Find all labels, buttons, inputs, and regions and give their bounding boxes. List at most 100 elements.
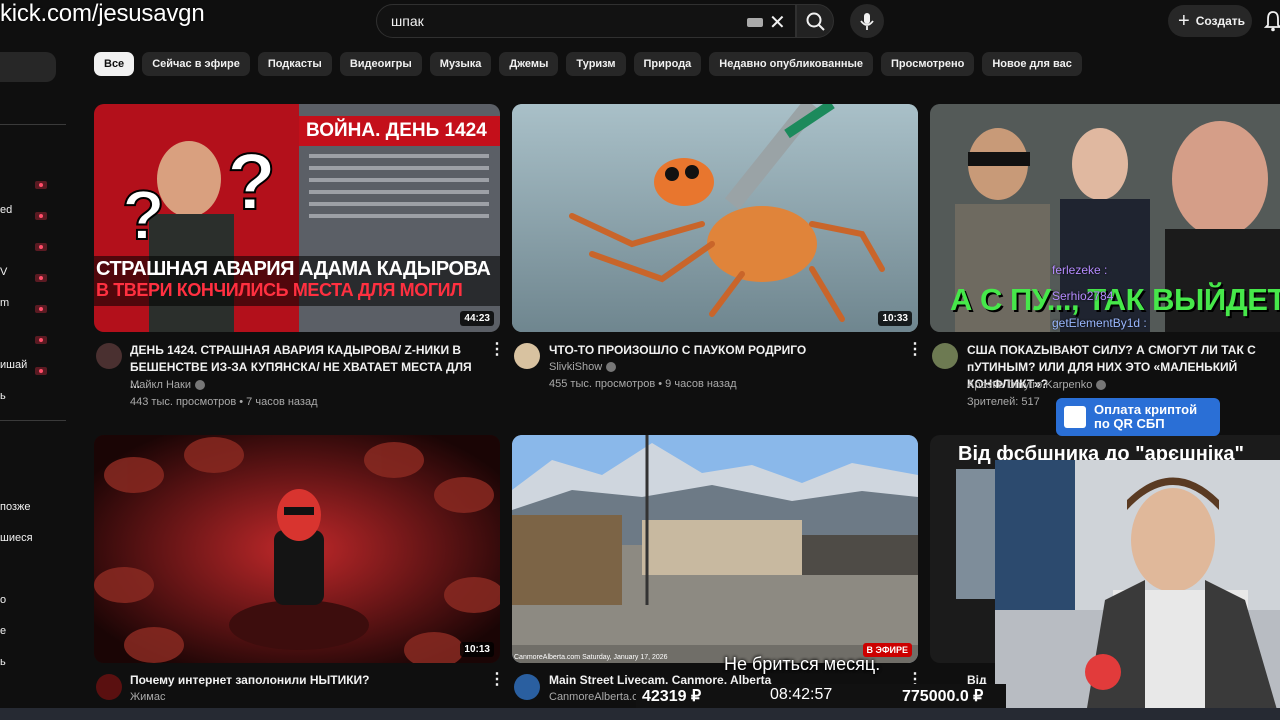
search-button[interactable] [796, 4, 834, 38]
search-icon [806, 12, 825, 31]
sidebar-item-label[interactable]: шиеся [0, 532, 33, 544]
filter-chips-bar: Все Сейчас в эфире Подкасты Видеоигры Му… [94, 52, 1082, 76]
live-indicator-icon [35, 331, 47, 344]
plus-icon: + [1178, 10, 1190, 32]
webcam-feed [995, 460, 1280, 720]
camera-timestamp: CanmoreAlberta.com Saturday, January 17,… [514, 654, 668, 661]
chip-all[interactable]: Все [94, 52, 135, 76]
channel-avatar[interactable] [932, 343, 958, 369]
more-options-icon[interactable]: ⋮ [907, 342, 923, 358]
more-options-icon[interactable]: ⋮ [907, 672, 923, 688]
notifications-bell-icon[interactable] [1264, 10, 1280, 32]
donation-amount-left: 42319 ₽ [642, 688, 702, 705]
channel-name-text: Apostle Dmytro Karpenko [967, 379, 1093, 391]
sidebar-item-label[interactable]: е [0, 625, 6, 637]
sidebar-item-label[interactable]: m [0, 297, 9, 309]
create-label: Создать [1195, 14, 1246, 28]
channel-name[interactable]: Apostle Dmytro Karpenko [967, 379, 1107, 391]
video-thumbnail[interactable]: 10:33 [512, 104, 918, 332]
donation-amount-right: 775000.0 ₽ [902, 688, 984, 705]
video-title[interactable]: ЧТО-ТО ПРОИЗОШЛО С ПАУКОМ РОДРИГО [549, 342, 899, 359]
chip-new-to-you[interactable]: Новое для вас [982, 52, 1082, 76]
thumbnail-headline: СТРАШНАЯ АВАРИЯ АДАМА КАДЫРОВА [96, 258, 491, 280]
chip-nature[interactable]: Природа [633, 52, 702, 76]
channel-name-text: SlivkiShow [549, 361, 603, 373]
sidebar-item-label[interactable]: позже [0, 501, 30, 513]
sidebar-divider [0, 420, 66, 421]
video-thumbnail[interactable]: 10:13 [94, 435, 500, 663]
microphone-icon [860, 13, 874, 30]
video-duration: 10:13 [460, 642, 494, 657]
chip-music[interactable]: Музыка [429, 52, 492, 76]
qr-line2: по QR СБП [1094, 416, 1165, 431]
sidebar-item-label[interactable]: ь [0, 390, 6, 402]
sidebar-item-label[interactable]: ed [0, 204, 12, 216]
thumbnail-caption: А С ПУ..., ТАК ВЫЙДЕТ [950, 282, 1280, 317]
search-input[interactable]: шпак ✕ [376, 4, 796, 38]
sidebar-item-label[interactable]: V [0, 266, 7, 278]
verified-badge-icon [606, 362, 617, 373]
video-duration: 44:23 [460, 311, 494, 326]
channel-avatar[interactable] [96, 343, 122, 369]
live-indicator-icon [35, 300, 47, 313]
verified-badge-icon [1096, 380, 1107, 391]
thumbnail-art [94, 435, 500, 663]
sidebar-item-label[interactable]: о [0, 594, 6, 606]
sidebar: ed V m ишай ь позже шиеся о е ь [0, 44, 70, 720]
streamer-webcam [995, 460, 1280, 720]
chip-recently-uploaded[interactable]: Недавно опубликованные [709, 52, 874, 76]
verified-badge-icon [194, 380, 205, 391]
chip-live-now[interactable]: Сейчас в эфире [142, 52, 250, 76]
stream-clock: 08:42:57 [770, 686, 833, 703]
sidebar-divider [0, 124, 66, 125]
video-meta: 455 тыс. просмотров • 9 часов назад [549, 378, 737, 390]
qr-line1: Оплата криптой [1094, 402, 1198, 417]
chip-watched[interactable]: Просмотрено [881, 52, 975, 76]
stream-subtitle: Не бриться месяц. [724, 654, 881, 674]
video-thumbnail[interactable]: ? ? ВОЙНА. ДЕНЬ 1424 СТРАШНАЯ АВАРИЯ АДА… [94, 104, 500, 332]
video-meta: 443 тыс. просмотров • 7 часов назад [130, 396, 318, 408]
video-title[interactable]: Почему интернет заполонили НЫТИКИ? [130, 672, 480, 689]
os-taskbar [0, 708, 1280, 720]
video-duration: 10:33 [878, 311, 912, 326]
more-options-icon[interactable]: ⋮ [489, 672, 505, 688]
channel-name[interactable]: Майкл Наки [130, 379, 205, 391]
thumbnail-banner-text: ВОЙНА. ДЕНЬ 1424 [306, 120, 487, 141]
chip-video-games[interactable]: Видеоигры [339, 52, 422, 76]
thumbnail-subheadline: В ТВЕРИ КОНЧИЛИСЬ МЕСТА ДЛЯ МОГИЛ [96, 280, 463, 300]
stream-url-overlay: kick.com/jesusavgn [0, 0, 205, 27]
voice-search-button[interactable] [850, 4, 884, 38]
clear-search-icon[interactable]: ✕ [769, 10, 786, 35]
more-options-icon[interactable]: ⋮ [489, 342, 505, 358]
svg-text:?: ? [122, 176, 165, 254]
channel-avatar[interactable] [96, 674, 122, 700]
chat-username: ferlezeke : [1052, 263, 1108, 277]
sidebar-item-label[interactable]: ь [0, 656, 6, 668]
live-indicator-icon [35, 269, 47, 282]
donation-ticker: 42319 ₽ 08:42:57 775000.0 ₽ [636, 684, 1006, 708]
sidebar-item-label[interactable]: ишай [0, 359, 27, 371]
svg-text:?: ? [227, 137, 276, 226]
thumbnail-art [512, 104, 918, 332]
chat-username: getElementBy1d : [1052, 316, 1147, 330]
qr-code-icon [1064, 406, 1086, 428]
channel-avatar[interactable] [514, 343, 540, 369]
sidebar-item-active[interactable] [0, 52, 56, 82]
chip-podcasts[interactable]: Подкасты [257, 52, 332, 76]
chip-jams[interactable]: Джемы [499, 52, 559, 76]
live-indicator-icon [35, 238, 47, 251]
channel-name[interactable]: SlivkiShow [549, 361, 617, 373]
live-indicator-icon [35, 176, 47, 189]
video-meta: Зрителей: 517 [967, 396, 1040, 408]
chat-username: Serhio2784 [1052, 289, 1114, 303]
chip-tourism[interactable]: Туризм [566, 52, 626, 76]
channel-name[interactable]: Жимас [130, 691, 165, 703]
live-indicator-icon [35, 207, 47, 220]
keyboard-icon[interactable] [747, 18, 763, 27]
thumbnail-art [512, 435, 918, 663]
live-indicator-icon [35, 362, 47, 375]
video-thumbnail[interactable]: CanmoreAlberta.com Saturday, January 17,… [512, 435, 918, 663]
create-button[interactable]: + Создать [1168, 5, 1252, 37]
channel-avatar[interactable] [514, 674, 540, 700]
channel-name-text: Майкл Наки [130, 379, 191, 391]
